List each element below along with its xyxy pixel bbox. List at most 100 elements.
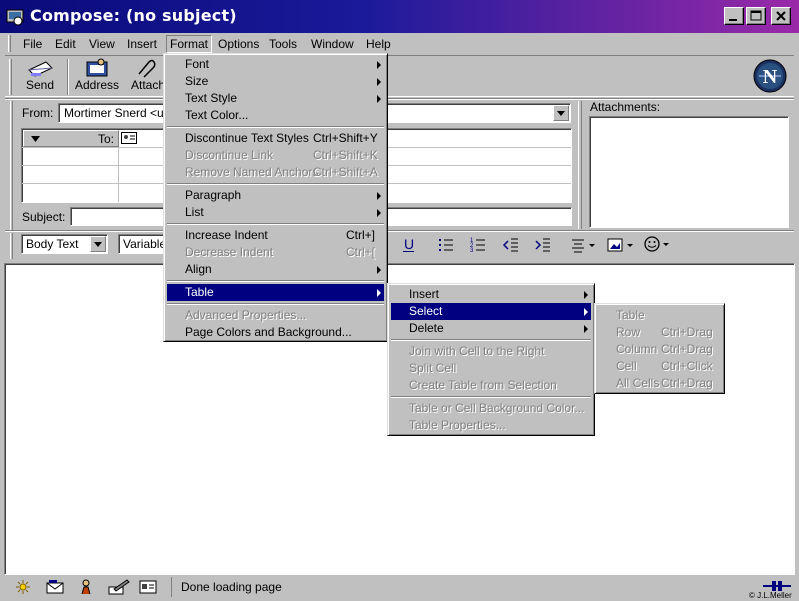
menu-item-discontinue-text-styles[interactable]: Discontinue Text Styles Ctrl+Shift+Y — [167, 130, 384, 147]
menu-item-select-row[interactable]: Row Ctrl+Drag — [598, 324, 721, 341]
credit-text: © J.L.Meller — [749, 591, 792, 600]
menu-item-background-color[interactable]: Table or Cell Background Color... — [391, 400, 591, 417]
menu-item-create-table-from-selection[interactable]: Create Table from Selection — [391, 377, 591, 394]
compose-window-icon[interactable] — [5, 6, 25, 26]
navigator-component-icon[interactable] — [14, 579, 32, 598]
menu-separator — [167, 223, 384, 225]
paperclip-icon — [138, 59, 156, 78]
menu-options[interactable]: Options — [215, 36, 262, 52]
menu-item-select[interactable]: Select — [391, 303, 591, 320]
menu-item-align[interactable]: Align — [167, 261, 384, 278]
menu-item-list[interactable]: List — [167, 204, 384, 221]
menu-insert[interactable]: Insert — [124, 36, 160, 52]
triangle-down-icon — [31, 136, 40, 142]
address-grip[interactable] — [10, 101, 13, 231]
menu-item-insert[interactable]: Insert — [391, 286, 591, 303]
numbered-list-icon[interactable]: 123 — [469, 236, 487, 254]
submenu-arrow-icon — [377, 78, 381, 86]
menu-item-delete[interactable]: Delete — [391, 320, 591, 337]
menu-edit[interactable]: Edit — [52, 36, 79, 52]
increase-indent-icon[interactable] — [534, 236, 552, 254]
address-button[interactable]: Address — [73, 58, 121, 92]
menu-tools[interactable]: Tools — [266, 36, 300, 52]
menu-item-select-all-cells[interactable]: All Cells Ctrl+Drag — [598, 375, 721, 392]
alignment-dropdown[interactable] — [569, 236, 597, 254]
chevron-down-icon[interactable] — [90, 236, 106, 252]
divider — [5, 98, 794, 100]
table-submenu: Insert Select Delete Join with Cell to t… — [387, 283, 595, 436]
menu-item-table-properties[interactable]: Table Properties... — [391, 417, 591, 434]
menu-item-text-style[interactable]: Text Style — [167, 90, 384, 107]
netscape-logo[interactable]: N — [753, 59, 787, 93]
smiley-icon — [644, 236, 669, 252]
menu-item-size[interactable]: Size — [167, 73, 384, 90]
menu-item-select-cell[interactable]: Cell Ctrl+Click — [598, 358, 721, 375]
menu-item-decrease-indent[interactable]: Decrease Indent Ctrl+[ — [167, 244, 384, 261]
recipient-type-select[interactable]: To: — [23, 130, 119, 147]
menu-view[interactable]: View — [86, 36, 118, 52]
menu-item-label: Create Table from Selection — [409, 378, 557, 392]
font-select[interactable]: Variable — [118, 234, 166, 254]
menu-item-label: Split Cell — [409, 361, 457, 375]
menu-item-font[interactable]: Font — [167, 56, 384, 73]
column-line — [118, 147, 119, 202]
menu-item-join-cell[interactable]: Join with Cell to the Right — [391, 343, 591, 360]
underline-icon[interactable]: U — [400, 236, 418, 254]
menu-window[interactable]: Window — [308, 36, 357, 52]
align-center-icon — [572, 239, 595, 253]
insert-object-dropdown[interactable] — [606, 236, 636, 254]
menu-help[interactable]: Help — [363, 36, 394, 52]
newsgroups-icon[interactable] — [78, 579, 94, 598]
menu-item-label: Decrease Indent — [185, 245, 274, 259]
menu-item-discontinue-link[interactable]: Discontinue Link Ctrl+Shift+K — [167, 147, 384, 164]
menu-item-advanced-properties[interactable]: Advanced Properties... — [167, 307, 384, 324]
chevron-down-icon[interactable] — [553, 105, 569, 121]
close-button[interactable] — [771, 7, 791, 25]
pane-splitter[interactable] — [578, 101, 582, 229]
bullet-list-icon[interactable] — [437, 236, 455, 254]
attach-button[interactable]: Attach — [127, 58, 167, 92]
menu-separator — [391, 339, 591, 341]
contact-card-icon[interactable] — [121, 132, 137, 147]
composer-icon[interactable] — [108, 579, 130, 598]
send-button[interactable]: Send — [17, 58, 63, 92]
menu-file[interactable]: File — [20, 36, 45, 52]
menu-item-label: All Cells — [616, 376, 660, 390]
submenu-arrow-icon — [584, 291, 588, 299]
menubar-grip[interactable] — [8, 35, 11, 52]
menu-format[interactable]: Format — [166, 35, 213, 53]
menu-item-paragraph[interactable]: Paragraph — [167, 187, 384, 204]
menu-shortcut: Ctrl+Click — [661, 359, 713, 373]
submenu-arrow-icon — [377, 209, 381, 217]
menu-item-select-table[interactable]: Table — [598, 307, 721, 324]
format-toolbar-grip[interactable] — [10, 233, 13, 259]
menu-item-label: Page Colors and Background... — [185, 325, 352, 339]
emoticon-dropdown[interactable] — [643, 235, 673, 253]
decrease-indent-icon[interactable] — [502, 236, 520, 254]
menu-item-page-colors[interactable]: Page Colors and Background... — [167, 324, 384, 341]
title-bar[interactable]: Compose: (no subject) — [0, 0, 799, 33]
menu-item-remove-named-anchors[interactable]: Remove Named Anchors Ctrl+Shift+A — [167, 164, 384, 181]
send-label: Send — [25, 78, 55, 92]
paragraph-style-value: Body Text — [26, 237, 79, 251]
minimize-button[interactable] — [724, 7, 744, 25]
mail-inbox-icon[interactable] — [46, 579, 64, 598]
menu-item-table[interactable]: Table — [167, 284, 384, 301]
menu-item-increase-indent[interactable]: Increase Indent Ctrl+] — [167, 227, 384, 244]
paragraph-style-select[interactable]: Body Text — [21, 234, 108, 254]
menu-item-label: Text Color... — [185, 108, 249, 122]
menu-shortcut: Ctrl+Shift+Y — [313, 131, 378, 145]
menu-item-label: Discontinue Link — [185, 148, 274, 162]
menu-item-label: Discontinue Text Styles — [185, 131, 309, 145]
menu-item-label: Text Style — [185, 91, 238, 105]
maximize-button[interactable] — [746, 7, 766, 25]
address-book-icon[interactable] — [139, 579, 157, 598]
attachments-list[interactable] — [589, 116, 789, 228]
menu-item-label: Cell — [616, 359, 637, 373]
toolbar-grip[interactable] — [9, 59, 12, 95]
menu-separator — [167, 126, 384, 128]
menu-item-text-color[interactable]: Text Color... — [167, 107, 384, 124]
menu-item-select-column[interactable]: Column Ctrl+Drag — [598, 341, 721, 358]
menu-item-split-cell[interactable]: Split Cell — [391, 360, 591, 377]
address-book-icon — [86, 58, 108, 77]
